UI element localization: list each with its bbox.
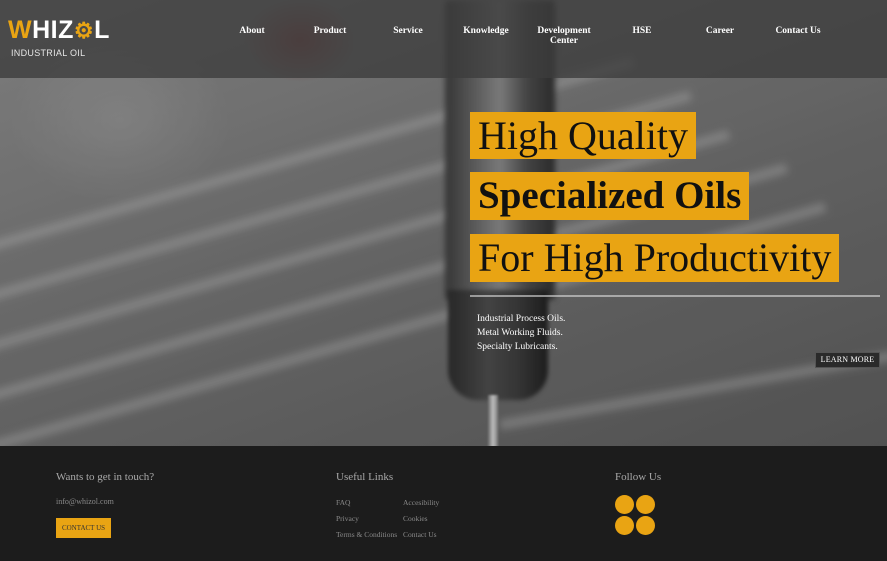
social-icon-3[interactable]	[615, 516, 634, 535]
footer-link-accessibility[interactable]: Accesibility	[403, 498, 439, 507]
useful-links-heading: Useful Links	[336, 471, 394, 483]
logo-subtitle: INDUSTRIAL OIL	[11, 48, 86, 58]
nav-item-knowledge[interactable]: Knowledge	[447, 26, 525, 46]
hero-bullet: Specialty Lubricants.	[477, 342, 558, 352]
headline-line-3: For High Productivity	[470, 234, 840, 282]
social-icon-4[interactable]	[636, 516, 655, 535]
nav-item-about[interactable]: About	[213, 26, 291, 46]
footer-link-privacy[interactable]: Privacy	[336, 514, 359, 523]
nav-item-career[interactable]: Career	[681, 26, 759, 46]
social-icon-2[interactable]	[636, 495, 655, 514]
logo-wordmark: WHIZ⚙L	[8, 16, 110, 44]
hero-bullet: Metal Working Fluids.	[477, 328, 563, 338]
nav-item-contact-us[interactable]: Contact Us	[759, 26, 837, 46]
nav-item-product[interactable]: Product	[291, 26, 369, 46]
social-icon-1[interactable]	[615, 495, 634, 514]
headline-divider	[470, 295, 880, 297]
site-header: WHIZ⚙L INDUSTRIAL OIL About Product Serv…	[0, 0, 887, 78]
hero-bullet: Industrial Process Oils.	[477, 314, 566, 324]
contact-email-link[interactable]: info@whizol.com	[56, 497, 114, 506]
headline-line-1: High Quality	[470, 112, 696, 159]
nav-item-service[interactable]: Service	[369, 26, 447, 46]
footer-link-contact-us[interactable]: Contact Us	[403, 530, 437, 539]
follow-us-heading: Follow Us	[615, 471, 662, 483]
contact-us-button[interactable]: CONTACT US	[56, 518, 111, 538]
main-nav: About Product Service Knowledge Developm…	[213, 26, 837, 46]
nav-item-hse[interactable]: HSE	[603, 26, 681, 46]
footer-link-cookies[interactable]: Cookies	[403, 514, 428, 523]
footer-link-terms[interactable]: Terms & Conditions	[336, 530, 397, 539]
headline-line-2: Specialized Oils	[470, 172, 750, 220]
logo[interactable]: WHIZ⚙L INDUSTRIAL OIL	[8, 16, 118, 64]
site-footer: Wants to get in touch? info@whizol.com C…	[0, 446, 887, 561]
hero-bullets: Industrial Process Oils. Metal Working F…	[477, 312, 565, 354]
footer-link-faq[interactable]: FAQ	[336, 498, 350, 507]
contact-heading: Wants to get in touch?	[56, 471, 155, 483]
nav-item-development-center[interactable]: Development Center	[525, 26, 603, 46]
learn-more-button[interactable]: LEARN MORE	[815, 352, 880, 368]
